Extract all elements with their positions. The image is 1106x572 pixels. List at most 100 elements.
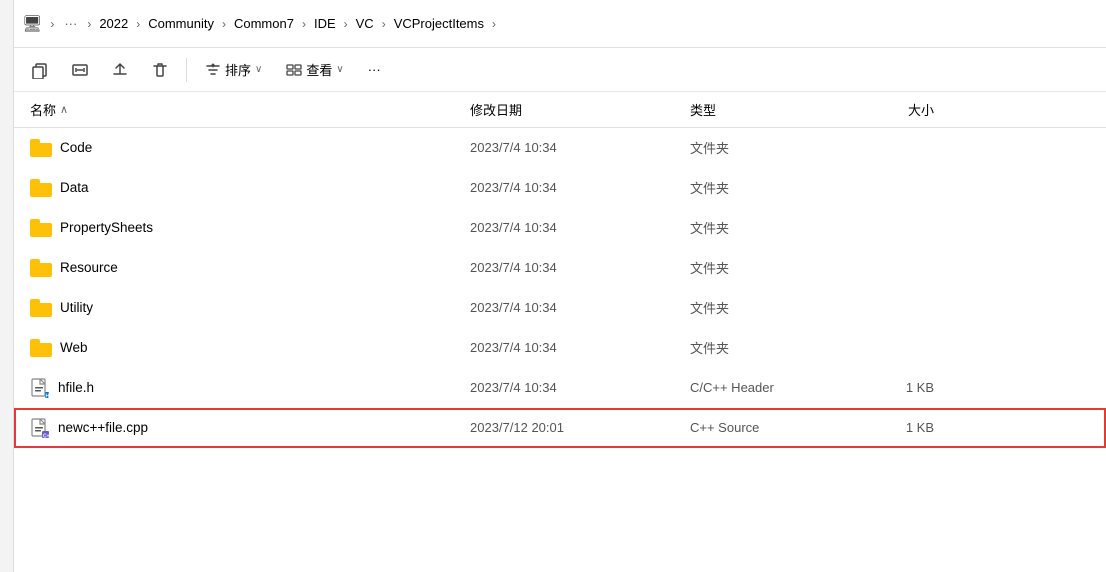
- file-name-cell: H hfile.h: [30, 378, 470, 398]
- file-name-text: Code: [60, 140, 92, 155]
- file-date-cell: 2023/7/4 10:34: [470, 220, 690, 235]
- folder-icon: [30, 299, 52, 317]
- sort-button[interactable]: 排序 ∨: [195, 56, 272, 83]
- file-size-cell: 1 KB: [850, 420, 950, 435]
- delete-button[interactable]: [142, 54, 178, 86]
- folder-icon: [30, 179, 52, 197]
- breadcrumb-ide[interactable]: IDE: [310, 14, 340, 33]
- table-row[interactable]: Data 2023/7/4 10:34 文件夹: [14, 168, 1106, 208]
- view-icon: [286, 62, 302, 78]
- file-size-cell: 1 KB: [850, 380, 950, 395]
- file-name-cell: Utility: [30, 299, 470, 317]
- delete-icon: [151, 61, 169, 79]
- rename-icon: [71, 61, 89, 79]
- table-row[interactable]: Code 2023/7/4 10:34 文件夹: [14, 128, 1106, 168]
- column-size-label: 大小: [908, 103, 934, 118]
- column-date-label: 修改日期: [470, 103, 522, 118]
- column-name-label: 名称: [30, 100, 56, 119]
- view-chevron-icon: ∨: [336, 64, 343, 75]
- more-label: ···: [368, 62, 381, 77]
- breadcrumb-sep-6: ›: [382, 17, 386, 31]
- breadcrumb-sep-3: ›: [222, 17, 226, 31]
- table-row[interactable]: PropertySheets 2023/7/4 10:34 文件夹: [14, 208, 1106, 248]
- breadcrumb-community[interactable]: Community: [144, 14, 218, 33]
- breadcrumb-ellipsis[interactable]: ···: [58, 14, 83, 33]
- file-list: Code 2023/7/4 10:34 文件夹 Data 2023/7/4 10…: [14, 128, 1106, 572]
- folder-icon: [30, 339, 52, 357]
- file-list-container: 名称 ∧ 修改日期 类型 大小 Code 2023/7/4 10:34 文件夹 …: [14, 92, 1106, 572]
- file-name-text: hfile.h: [58, 380, 94, 395]
- monitor-icon: 🖥: [22, 14, 42, 34]
- file-name-text: Data: [60, 180, 89, 195]
- toolbar: 排序 ∨ 查看 ∨ ···: [14, 48, 1106, 92]
- breadcrumb-2022[interactable]: 2022: [95, 14, 132, 33]
- file-type-cell: 文件夹: [690, 258, 850, 277]
- file-name-text: newc++file.cpp: [58, 420, 148, 435]
- file-type-cell: 文件夹: [690, 138, 850, 157]
- file-date-cell: 2023/7/4 10:34: [470, 260, 690, 275]
- copy-button[interactable]: [22, 54, 58, 86]
- folder-icon: [30, 139, 52, 157]
- column-date[interactable]: 修改日期: [470, 100, 690, 119]
- table-row[interactable]: C+ newc++file.cpp 2023/7/12 20:01 C++ So…: [14, 408, 1106, 448]
- file-list-header: 名称 ∧ 修改日期 类型 大小: [14, 92, 1106, 128]
- column-type[interactable]: 类型: [690, 100, 850, 119]
- column-size[interactable]: 大小: [850, 100, 950, 119]
- column-name[interactable]: 名称 ∧: [30, 100, 470, 119]
- left-sidebar: [0, 0, 14, 572]
- table-row[interactable]: H hfile.h 2023/7/4 10:34 C/C++ Header 1 …: [14, 368, 1106, 408]
- file-name-cell: Resource: [30, 259, 470, 277]
- file-date-cell: 2023/7/4 10:34: [470, 140, 690, 155]
- breadcrumb-sep-0: ›: [50, 17, 54, 31]
- folder-icon: [30, 219, 52, 237]
- file-name-cell: Data: [30, 179, 470, 197]
- share-button[interactable]: [102, 54, 138, 86]
- rename-button[interactable]: [62, 54, 98, 86]
- sort-label: 排序: [225, 60, 251, 79]
- svg-text:H: H: [46, 393, 50, 398]
- breadcrumb-sep-1: ›: [87, 17, 91, 31]
- breadcrumb-vc[interactable]: VC: [352, 14, 378, 33]
- sort-chevron-icon: ∨: [255, 64, 262, 75]
- view-button[interactable]: 查看 ∨: [276, 56, 353, 83]
- file-name-cell: C+ newc++file.cpp: [30, 418, 470, 438]
- more-button[interactable]: ···: [358, 58, 391, 81]
- file-date-cell: 2023/7/4 10:34: [470, 340, 690, 355]
- file-type-cell: 文件夹: [690, 218, 850, 237]
- breadcrumb-sep-5: ›: [344, 17, 348, 31]
- file-date-cell: 2023/7/4 10:34: [470, 300, 690, 315]
- view-label: 查看: [306, 60, 332, 79]
- breadcrumb-sep-4: ›: [302, 17, 306, 31]
- table-row[interactable]: Resource 2023/7/4 10:34 文件夹: [14, 248, 1106, 288]
- table-row[interactable]: Utility 2023/7/4 10:34 文件夹: [14, 288, 1106, 328]
- file-date-cell: 2023/7/4 10:34: [470, 180, 690, 195]
- svg-text:C+: C+: [43, 433, 49, 438]
- file-type-cell: C++ Source: [690, 420, 850, 435]
- name-sort-icon: ∧: [60, 103, 68, 116]
- breadcrumb-common7[interactable]: Common7: [230, 14, 298, 33]
- file-name-text: Utility: [60, 300, 93, 315]
- file-type-cell: 文件夹: [690, 338, 850, 357]
- file-name-cell: Web: [30, 339, 470, 357]
- header-file-icon: H: [30, 378, 50, 398]
- file-name-text: Resource: [60, 260, 118, 275]
- file-name-text: PropertySheets: [60, 220, 153, 235]
- folder-icon: [30, 259, 52, 277]
- file-date-cell: 2023/7/12 20:01: [470, 420, 690, 435]
- breadcrumb-bar: 🖥 › ··· › 2022 › Community › Common7 › I…: [14, 0, 1106, 48]
- file-name-text: Web: [60, 340, 88, 355]
- file-type-cell: 文件夹: [690, 298, 850, 317]
- cpp-file-icon: C+: [30, 418, 50, 438]
- toolbar-divider: [186, 58, 187, 82]
- file-name-cell: PropertySheets: [30, 219, 470, 237]
- breadcrumb-sep-7: ›: [492, 17, 496, 31]
- copy-icon: [31, 61, 49, 79]
- sort-icon: [205, 62, 221, 78]
- table-row[interactable]: Web 2023/7/4 10:34 文件夹: [14, 328, 1106, 368]
- file-date-cell: 2023/7/4 10:34: [470, 380, 690, 395]
- file-type-cell: 文件夹: [690, 178, 850, 197]
- breadcrumb-sep-2: ›: [136, 17, 140, 31]
- breadcrumb-vcprojectitems[interactable]: VCProjectItems: [390, 14, 488, 33]
- file-type-cell: C/C++ Header: [690, 380, 850, 395]
- column-type-label: 类型: [690, 103, 716, 118]
